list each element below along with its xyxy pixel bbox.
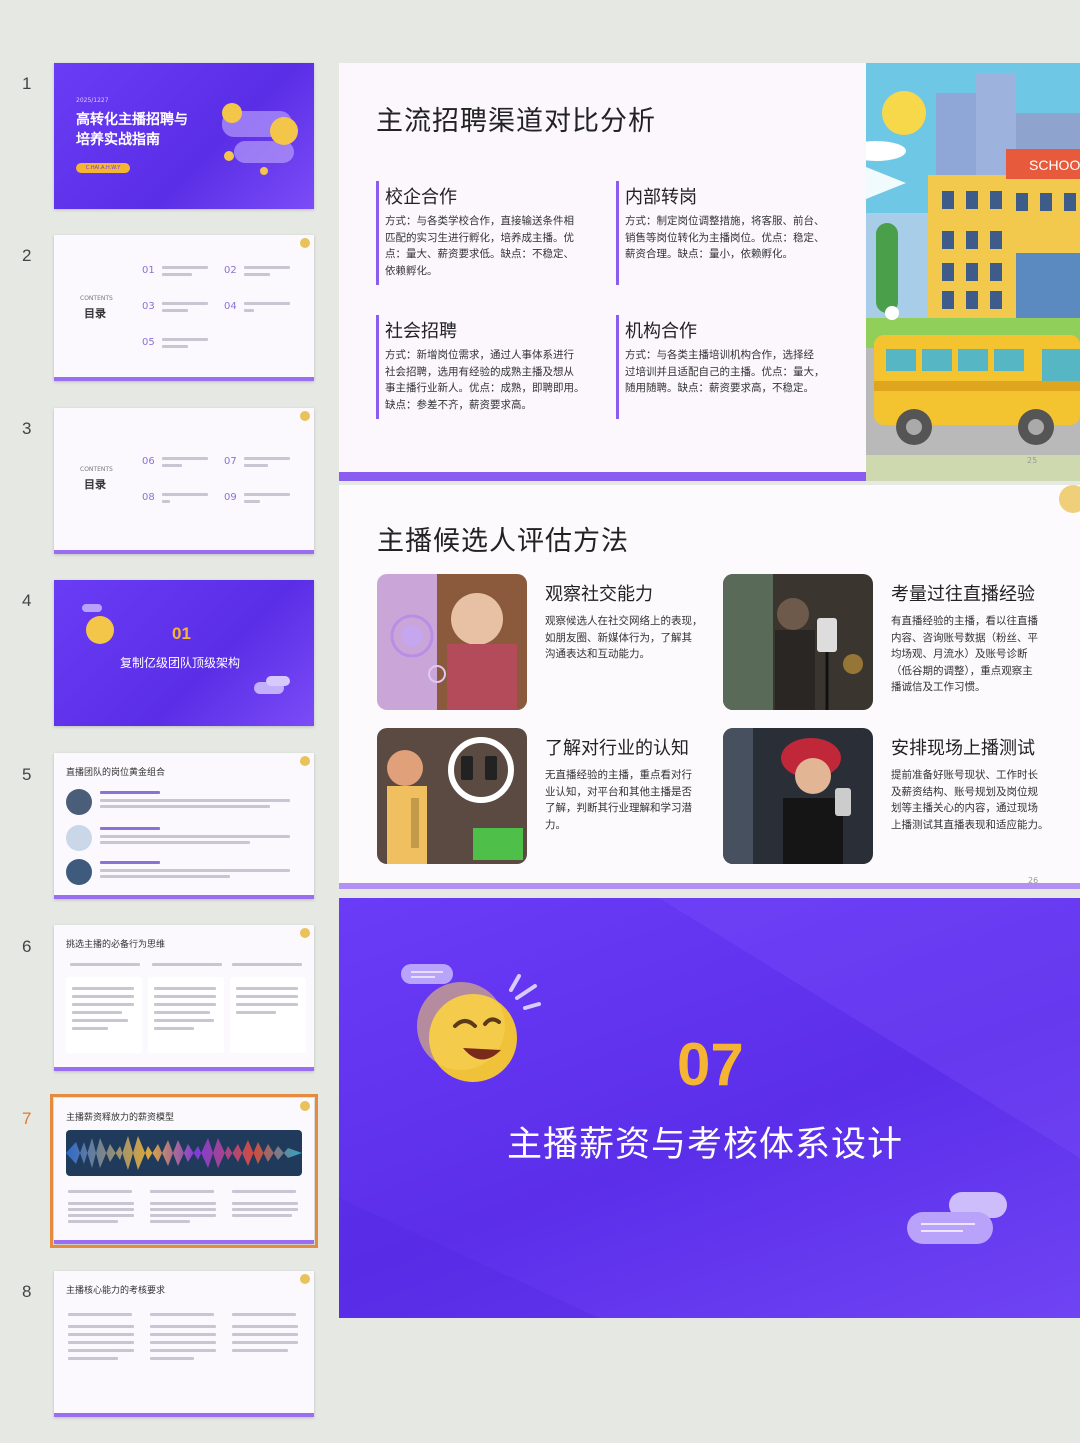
thumb-title-line2: 培养实战指南 (76, 132, 160, 148)
slide-number: 5 (22, 765, 32, 784)
method-title: 考量过往直播经验 (891, 584, 1035, 605)
slide-number-active: 7 (22, 1109, 32, 1128)
thumb-button: C.HAI.A.H.W.Y (76, 163, 130, 173)
slide-thumbnail-5[interactable]: 直播团队的岗位黄金组合 (54, 753, 314, 899)
thumb-title-line1: 高转化主播招聘与 (76, 112, 188, 128)
thumb-emoji-icon (300, 928, 310, 938)
school-bus-illustration: SCHOOL (866, 63, 1080, 481)
slide-thumbnail-4[interactable]: 01 复制亿级团队顶级架构 (54, 580, 314, 726)
slide-25-recruitment-channels: 主流招聘渠道对比分析 校企合作 方式：与各类学校合作，直接输送条件相 匹配的实习生… (339, 63, 1080, 481)
thumb-toc-num: 04 (224, 301, 237, 312)
slide-number: 2 (22, 246, 32, 265)
thumb-emoji-icon (300, 411, 310, 421)
channel-title: 社会招聘 (385, 321, 457, 342)
thumb-toc-num: 01 (142, 265, 155, 276)
thumb-year: 2025/1227 (76, 97, 109, 104)
thumb-title: 直播团队的岗位黄金组合 (66, 768, 166, 778)
slide-26-candidate-evaluation: 主播候选人评估方法 观察社交能力 观察候选人在社交网络上的表现， 如朋友圈、新媒体… (339, 485, 1080, 889)
thumb-emoji-icon (300, 1274, 310, 1284)
thumb-contents-en: CONTENTS (80, 466, 113, 473)
channel-body: 方式：与各类学校合作，直接输送条件相 匹配的实习生进行孵化，培养成主播。优 点：量大… (385, 215, 574, 277)
slide-thumbnail-3[interactable]: CONTENTS 目录 06 07 08 09 (54, 408, 314, 554)
thumb-toc-num: 09 (224, 492, 237, 503)
thumb-toc-num: 06 (142, 456, 155, 467)
slide-27-section-cover: 07 主播薪资与考核体系设计 (339, 898, 1080, 1318)
channel-body: 方式：与各类主播培训机构合作，选择经 过培训并且适配自己的主播。优点：量大， 随用随… (625, 349, 825, 394)
thumb-contents: 目录 (84, 307, 106, 320)
section-decorations (339, 898, 1080, 1318)
section-number: 07 (677, 1031, 744, 1098)
laughing-emoji-icon (82, 604, 114, 644)
school-sign: SCHOOL (1029, 157, 1080, 173)
slide-thumbnail-1[interactable]: 2025/1227 高转化主播招聘与 培养实战指南 C.HAI.A.H.W.Y (54, 63, 314, 209)
thumb-title: 主播薪资释放力的薪资模型 (66, 1113, 175, 1123)
page-title: 主播候选人评估方法 (377, 526, 629, 557)
accent-bar (616, 181, 619, 285)
slide-number: 1 (22, 74, 32, 93)
emoji-icon (1059, 485, 1080, 513)
accent-bar (616, 315, 619, 419)
thumb-emoji-icon (300, 756, 310, 766)
thumb-toc-num: 08 (142, 492, 155, 503)
slide-thumbnail-6[interactable]: 挑选主播的必备行为思维 (54, 925, 314, 1071)
method-body: 提前准备好账号现状、工作时长 及薪资结构、账号规划及岗位规 划等主播关心的内容，通过… (891, 769, 1049, 831)
thumb-contents: 目录 (84, 478, 106, 491)
industry-knowledge-photo (377, 728, 527, 864)
slide-number: 6 (22, 937, 32, 956)
live-experience-photo (723, 574, 873, 710)
channel-body: 方式：制定岗位调整措施，将客服、前台、 销售等岗位转化为主播岗位。优点：稳定、 薪资… (625, 215, 825, 260)
method-title: 了解对行业的认知 (545, 738, 689, 759)
slide-thumbnail-7[interactable]: 主播薪资释放力的薪资模型 (50, 1094, 318, 1248)
thumb-section-title: 复制亿级团队顶级架构 (120, 656, 241, 670)
channel-title: 机构合作 (625, 321, 697, 342)
thumb-toc-num: 03 (142, 301, 155, 312)
thumb-emoji-icon (300, 1101, 310, 1111)
channel-title: 校企合作 (385, 187, 457, 208)
slide-number: 4 (22, 591, 32, 610)
accent-bar (376, 181, 379, 285)
method-title: 观察社交能力 (545, 584, 653, 605)
bottom-accent-bar (339, 472, 866, 481)
live-test-photo (723, 728, 873, 864)
emoji-bubble-illustration (222, 103, 298, 175)
thumb-title: 挑选主播的必备行为思维 (66, 940, 166, 950)
accent-bar (376, 315, 379, 419)
slide-number: 8 (22, 1282, 32, 1301)
method-body: 无直播经验的主播，重点看对行 业认知，对平台和其他主播是否 了解，判断其行业理解和学… (545, 769, 692, 831)
page-number: 25 (1027, 456, 1038, 465)
section-title: 主播薪资与考核体系设计 (507, 1125, 904, 1165)
social-skills-photo (377, 574, 527, 710)
channel-title: 内部转岗 (625, 187, 697, 208)
page-title: 主流招聘渠道对比分析 (376, 106, 656, 137)
thumb-section-num: 01 (172, 624, 191, 643)
bottom-accent-bar (339, 883, 1080, 889)
thumb-emoji-icon (300, 238, 310, 248)
slide-number: 3 (22, 419, 32, 438)
soundwave-image (66, 1130, 302, 1176)
slide-thumbnail-2[interactable]: CONTENTS 目录 01 02 03 04 05 (54, 235, 314, 381)
method-body: 观察候选人在社交网络上的表现， 如朋友圈、新媒体行为，了解其 沟通表达和互动能力。 (545, 615, 703, 660)
slide-thumbnail-8[interactable]: 主播核心能力的考核要求 (54, 1271, 314, 1417)
method-title: 安排现场上播测试 (891, 738, 1035, 759)
thumb-toc-num: 07 (224, 456, 237, 467)
thumb-toc-num: 05 (142, 337, 155, 348)
thumb-toc-num: 02 (224, 265, 237, 276)
thumb-title: 主播核心能力的考核要求 (66, 1286, 166, 1296)
method-body: 有直播经验的主播，看以往直播 内容、咨询账号数据（粉丝、平 均场观、月流水）及账号诊… (891, 615, 1038, 693)
channel-body: 方式：新增岗位需求，通过人事体系进行 社会招聘，选用有经验的成熟主播及想从 事主播行… (385, 349, 585, 411)
thumb-contents-en: CONTENTS (80, 295, 113, 302)
